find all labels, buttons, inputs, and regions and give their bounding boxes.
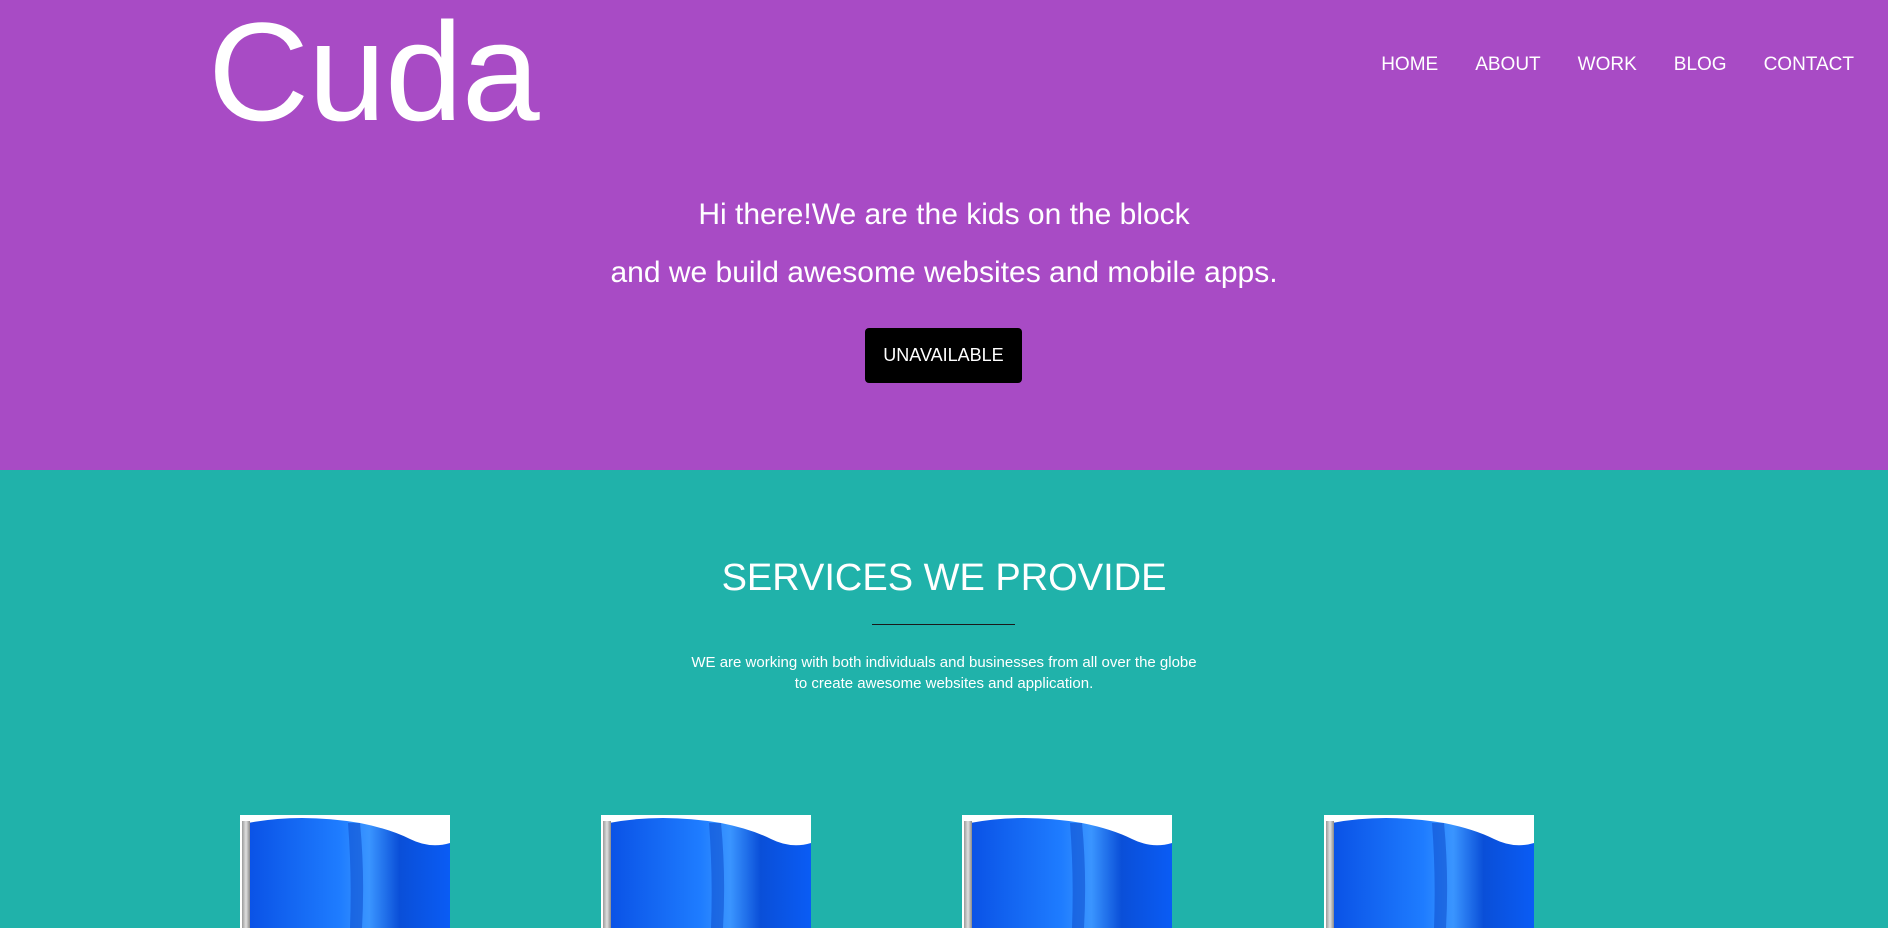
services-divider bbox=[872, 624, 1015, 625]
service-card[interactable] bbox=[962, 815, 1172, 928]
unavailable-button[interactable]: UNAVAILABLE bbox=[865, 328, 1022, 383]
services-section: SERVICES WE PROVIDE WE are working with … bbox=[0, 470, 1888, 928]
blue-flag-icon bbox=[240, 815, 450, 928]
hero-section: Cuda HOME ABOUT WORK BLOG CONTACT Hi the… bbox=[0, 0, 1888, 470]
service-card[interactable] bbox=[601, 815, 811, 928]
blue-flag-icon bbox=[962, 815, 1172, 928]
hero-tagline-line1: Hi there!We are the kids on the block bbox=[698, 198, 1190, 231]
nav-item-contact[interactable]: CONTACT bbox=[1764, 54, 1854, 76]
nav-item-work[interactable]: WORK bbox=[1578, 54, 1637, 76]
nav-item-about[interactable]: ABOUT bbox=[1475, 54, 1540, 76]
service-card[interactable] bbox=[1324, 815, 1534, 928]
services-desc-line2: to create awesome websites and applicati… bbox=[794, 675, 1094, 692]
nav-item-blog[interactable]: BLOG bbox=[1674, 54, 1727, 76]
services-title: SERVICES WE PROVIDE bbox=[721, 557, 1167, 599]
nav-item-home[interactable]: HOME bbox=[1381, 54, 1438, 76]
hero-tagline-line2: and we build awesome websites and mobile… bbox=[610, 256, 1278, 289]
site-logo[interactable]: Cuda bbox=[208, 2, 540, 142]
services-desc-line1: WE are working with both individuals and… bbox=[691, 654, 1197, 671]
blue-flag-icon bbox=[1324, 815, 1534, 928]
services-description: WE are working with both individuals and… bbox=[0, 652, 1888, 694]
blue-flag-icon bbox=[601, 815, 811, 928]
main-nav: HOME ABOUT WORK BLOG CONTACT bbox=[1381, 54, 1854, 76]
service-cards bbox=[0, 815, 1888, 928]
page: Cuda HOME ABOUT WORK BLOG CONTACT Hi the… bbox=[0, 0, 1888, 928]
service-card[interactable] bbox=[240, 815, 450, 928]
